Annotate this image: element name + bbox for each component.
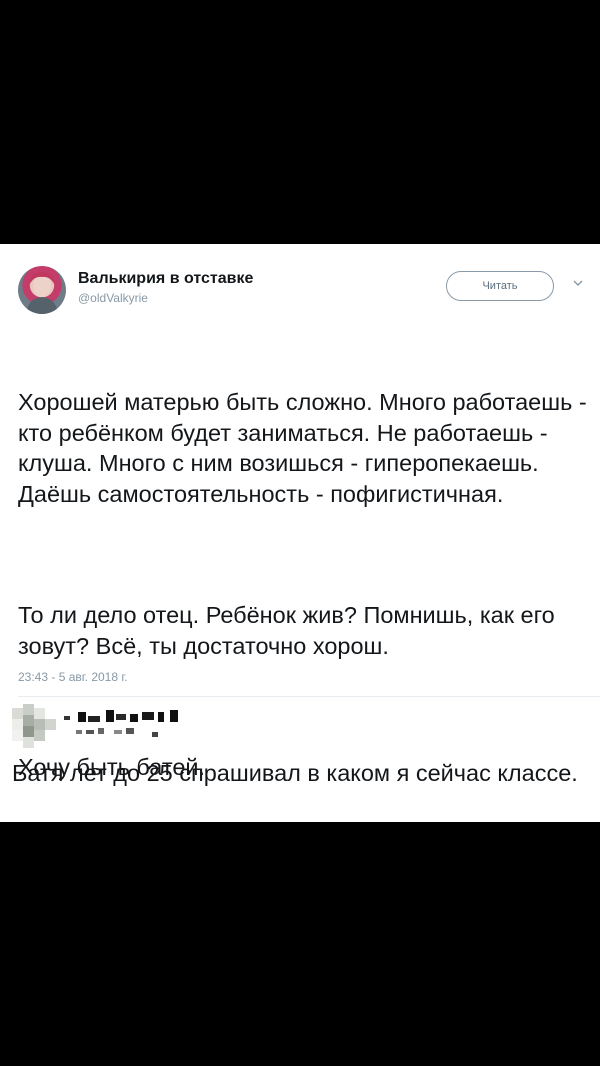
pixelated-username <box>62 702 212 742</box>
pixelated-avatar <box>12 704 56 748</box>
tweet-paragraph: То ли дело отец. Ребёнок жив? Помнишь, к… <box>18 602 562 659</box>
avatar[interactable] <box>18 266 66 314</box>
divider <box>18 696 600 697</box>
tweet-timestamp[interactable]: 23:43 - 5 авг. 2018 г. <box>18 670 128 684</box>
user-handle[interactable]: @oldValkyrie <box>78 291 148 305</box>
follow-button[interactable]: Читать <box>446 271 554 301</box>
display-name[interactable]: Валькирия в отставке <box>78 270 253 288</box>
tweet-paragraph: Хорошей матерью быть сложно. Много работ… <box>18 389 594 507</box>
tweet-text: Хорошей матерью быть сложно. Много работ… <box>18 326 588 822</box>
reply-text: Батя лет до 25 спрашивал в каком я сейча… <box>12 760 578 786</box>
tweet-card: Валькирия в отставке @oldValkyrie Хороше… <box>0 244 600 822</box>
chevron-down-icon[interactable] <box>572 276 584 288</box>
